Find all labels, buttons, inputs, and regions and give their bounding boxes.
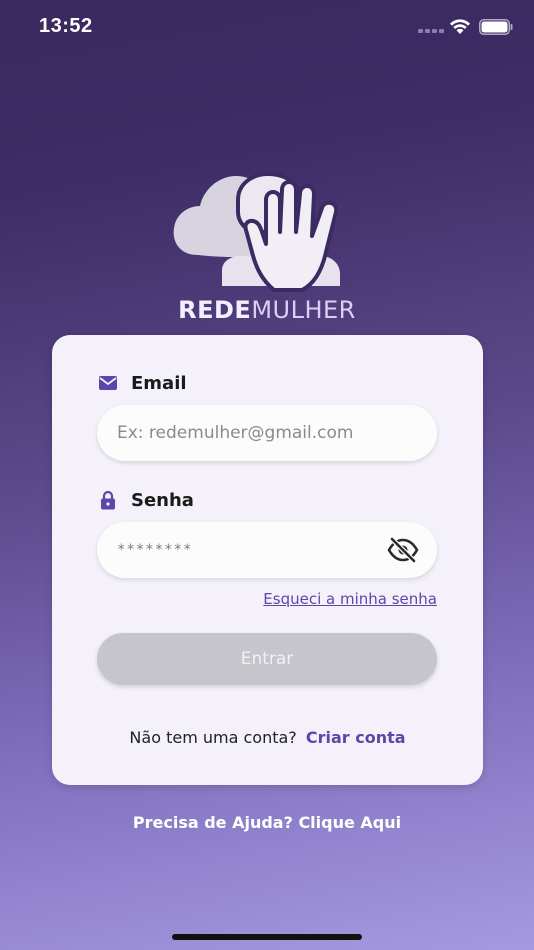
signup-row: Não tem uma conta? Criar conta — [52, 728, 483, 747]
help-link[interactable]: Precisa de Ajuda? Clique Aqui — [0, 813, 534, 832]
status-bar: 13:52 — [0, 0, 534, 56]
envelope-icon — [99, 376, 117, 390]
login-card: Email Senha ******** Esqueci a minha sen… — [52, 335, 483, 785]
password-label: Senha — [131, 489, 194, 511]
wifi-icon — [450, 19, 470, 34]
signup-prompt: Não tem uma conta? — [129, 728, 297, 747]
signal-icon — [418, 29, 444, 33]
brand-name-part2: MULHER — [251, 296, 356, 324]
home-indicator[interactable] — [172, 934, 362, 940]
battery-icon — [479, 19, 513, 35]
password-label-row: Senha — [98, 488, 194, 512]
email-field-wrapper[interactable] — [97, 405, 437, 461]
password-value[interactable]: ******** — [117, 542, 377, 558]
email-field[interactable] — [117, 423, 397, 443]
email-label-row: Email — [98, 371, 187, 395]
enter-button[interactable]: Entrar — [97, 633, 437, 685]
email-label: Email — [131, 372, 187, 394]
brand-name-part1: REDE — [178, 296, 252, 324]
chat-bubbles-hand-logo — [173, 171, 340, 292]
brand-wordmark: REDEMULHER — [0, 296, 534, 324]
lock-icon — [101, 490, 115, 510]
password-field[interactable]: ******** — [97, 522, 437, 578]
eye-off-icon[interactable] — [387, 537, 419, 563]
forgot-password-link[interactable]: Esqueci a minha senha — [263, 590, 437, 608]
status-time: 13:52 — [39, 15, 93, 37]
create-account-link[interactable]: Criar conta — [306, 728, 406, 747]
